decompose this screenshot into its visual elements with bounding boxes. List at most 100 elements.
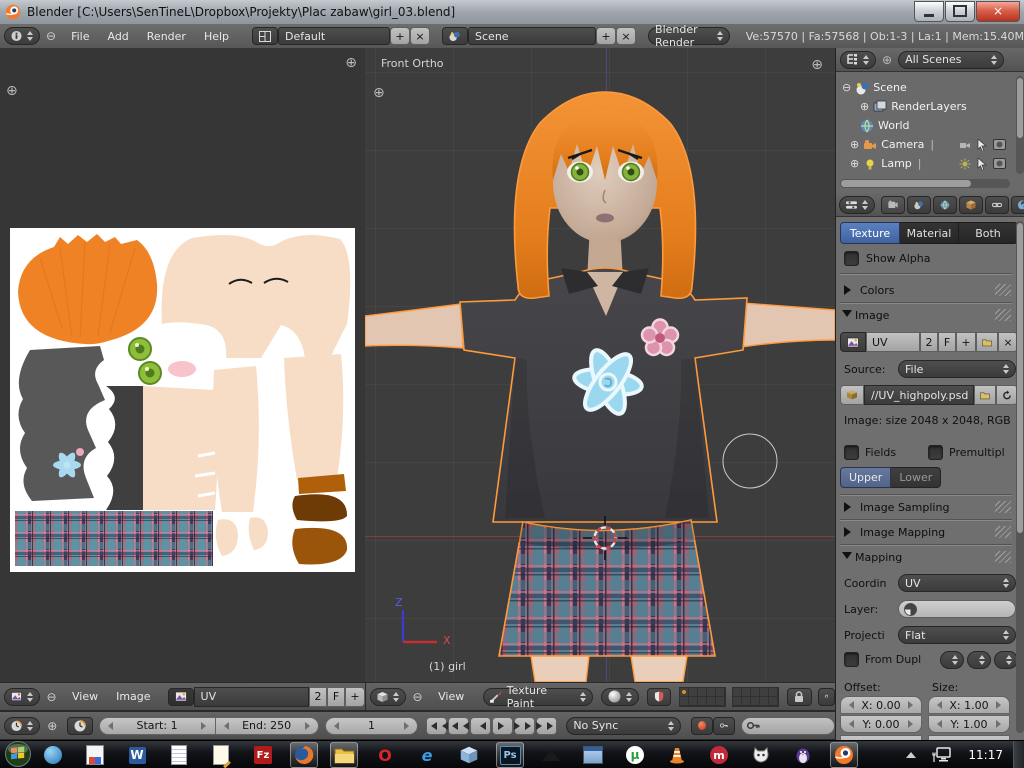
editor-type-properties-button[interactable]: [839, 196, 875, 214]
jump-to-end-button[interactable]: [536, 717, 557, 735]
uv-region-expand-icon[interactable]: ⊕: [345, 56, 357, 70]
image-users-button[interactable]: 2: [920, 332, 938, 352]
axis-x-select[interactable]: [940, 651, 964, 669]
collapse-icon[interactable]: ⊖: [842, 81, 851, 94]
taskbar-fox-messenger-app[interactable]: [748, 743, 774, 767]
viewport-3d[interactable]: Front Ortho Z X (1) girl ⊕ ⊕: [365, 48, 835, 682]
tab-material[interactable]: Material: [900, 222, 959, 244]
taskbar-cube-app[interactable]: [456, 743, 482, 767]
properties-vscrollbar[interactable]: [1016, 221, 1024, 733]
lamp-data-icon[interactable]: [959, 158, 971, 170]
axis-y-select[interactable]: [967, 651, 991, 669]
uv-image-browse-button[interactable]: [168, 688, 194, 706]
open-image-button[interactable]: [976, 332, 998, 352]
editor-type-info-button[interactable]: [4, 27, 40, 45]
panel-image[interactable]: Image: [838, 306, 1014, 324]
screen-layout-icon[interactable]: [252, 27, 278, 45]
uv-collapse-menus-icon[interactable]: ⊖: [46, 690, 57, 703]
fields-checkbox[interactable]: [844, 445, 859, 460]
filepath-browse-button[interactable]: [974, 385, 996, 405]
expand-icon[interactable]: ⊕: [860, 100, 869, 113]
taskbar-explorer-app[interactable]: [330, 742, 358, 768]
editor-type-timeline-button[interactable]: [4, 717, 40, 735]
tab-scene-icon[interactable]: [907, 196, 931, 214]
taskbar-opera-app[interactable]: O: [372, 743, 398, 767]
expand-icon[interactable]: ⊕: [850, 157, 859, 170]
sync-select[interactable]: No Sync: [566, 717, 681, 735]
taskbar-pdf-app[interactable]: [82, 743, 108, 767]
uv-menu-view[interactable]: View: [72, 690, 98, 703]
collapse-menus-icon[interactable]: ⊖: [46, 30, 56, 43]
editor-type-outliner-button[interactable]: [840, 51, 876, 69]
taskbar-pidgin-app[interactable]: [790, 743, 816, 767]
uv-menu-image[interactable]: Image: [116, 690, 150, 703]
add-scene-button[interactable]: +: [596, 27, 616, 45]
show-hidden-icons-arrow[interactable]: [906, 747, 916, 758]
vp-collapse-menus-icon[interactable]: ⊖: [412, 690, 423, 703]
vp-menu-view[interactable]: View: [438, 690, 464, 703]
tab-object-icon[interactable]: [959, 196, 983, 214]
tab-render-icon[interactable]: [881, 196, 905, 214]
snap-button[interactable]: [818, 688, 835, 706]
vp-toolshelf-expand-icon[interactable]: ⊕: [373, 86, 385, 100]
character-girl[interactable]: [365, 48, 835, 682]
menu-add[interactable]: Add: [107, 30, 128, 43]
panel-mapping[interactable]: Mapping: [838, 548, 1014, 566]
panel-image-sampling[interactable]: Image Sampling: [838, 498, 1014, 516]
uv-layer-field[interactable]: [898, 600, 1016, 618]
offset-x-field[interactable]: X: 0.00: [840, 696, 922, 714]
taskbar-photoshop-app[interactable]: Ps: [496, 742, 524, 768]
image-pack-button[interactable]: [840, 385, 864, 405]
tab-world-icon[interactable]: [933, 196, 957, 214]
panel-image-mapping[interactable]: Image Mapping: [838, 523, 1014, 541]
taskbar-miranda-app[interactable]: m: [706, 743, 732, 767]
size-x-field[interactable]: X: 1.00: [928, 696, 1010, 714]
system-clock[interactable]: 11:17: [968, 748, 1003, 762]
current-frame-field[interactable]: 1: [325, 717, 419, 735]
image-name-field[interactable]: UV: [866, 332, 920, 352]
next-keyframe-button[interactable]: [514, 717, 535, 735]
taskbar-word-app[interactable]: W: [124, 743, 150, 767]
selectable-cursor-icon[interactable]: [977, 139, 987, 151]
tab-texture[interactable]: Texture: [840, 222, 900, 244]
taskbar-notepad-app[interactable]: [166, 743, 192, 767]
panel-grip[interactable]: [995, 501, 1011, 513]
outliner-filter-select[interactable]: All Scenes: [898, 51, 1004, 69]
menu-render[interactable]: Render: [147, 30, 186, 43]
editor-type-image-button[interactable]: [4, 688, 40, 706]
taskbar-app-window[interactable]: [580, 743, 606, 767]
panel-grip[interactable]: [995, 309, 1011, 321]
tl-time-button[interactable]: [67, 717, 93, 735]
coordinates-select[interactable]: UV: [898, 574, 1016, 592]
unlink-image-button[interactable]: ×: [998, 332, 1018, 352]
outliner-add-icon[interactable]: ⊕: [882, 53, 892, 67]
show-desktop-button[interactable]: [1013, 741, 1024, 768]
layers-grid-2[interactable]: [732, 687, 779, 707]
vp-region-expand-icon[interactable]: ⊕: [811, 58, 823, 72]
new-image-button[interactable]: +: [956, 332, 976, 352]
scene-datablock-icon[interactable]: [442, 27, 468, 45]
keying-options-button[interactable]: [713, 717, 735, 735]
taskbar-vlc-app[interactable]: [664, 743, 690, 767]
projection-select[interactable]: Flat: [898, 626, 1016, 644]
render-toggle-icon[interactable]: [993, 139, 1006, 150]
tl-expand-menus-icon[interactable]: ⊕: [46, 719, 59, 732]
play-button[interactable]: [492, 717, 513, 735]
menu-file[interactable]: File: [71, 30, 89, 43]
panel-grip[interactable]: [995, 551, 1011, 563]
taskbar-inkscape-app[interactable]: [538, 743, 564, 767]
taskbar-filezilla-app[interactable]: Fz: [250, 743, 276, 767]
fake-user-button[interactable]: F: [938, 332, 956, 352]
outliner-item-lamp[interactable]: ⊕ Lamp |: [850, 154, 1018, 173]
editor-type-3dview-button[interactable]: [370, 688, 406, 706]
window-titlebar[interactable]: Blender [C:\Users\SenTineL\Dropbox\Proje…: [0, 0, 1024, 25]
screen-layout-name-field[interactable]: Default: [278, 27, 390, 45]
taskbar-blender-app[interactable]: [830, 742, 858, 768]
panel-colors[interactable]: Colors: [838, 281, 1014, 299]
keying-set-field[interactable]: [741, 717, 835, 735]
outliner-item-camera[interactable]: ⊕ Camera |: [850, 135, 1018, 154]
add-layout-button[interactable]: +: [390, 27, 410, 45]
field-upper-button[interactable]: Upper: [840, 467, 891, 488]
tab-both[interactable]: Both: [959, 222, 1018, 244]
uv-image-name-field[interactable]: UV: [194, 687, 309, 707]
